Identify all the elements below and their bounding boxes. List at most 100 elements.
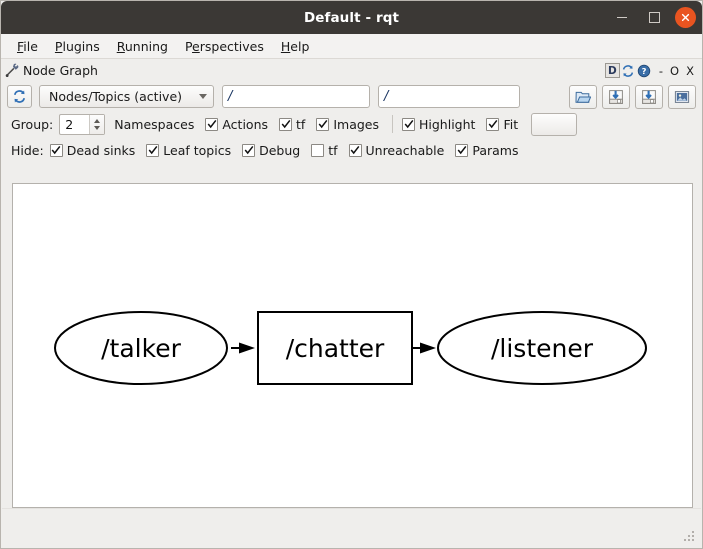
checkbox-label: Unreachable <box>365 142 445 158</box>
graph-node-label: /talker <box>101 334 181 363</box>
check-icon <box>488 119 498 129</box>
refresh-icon <box>13 90 26 103</box>
check-icon <box>318 119 328 129</box>
save-image-button[interactable] <box>668 84 696 109</box>
graph-hide-row: Hide: Dead sinks Leaf topics Debug tf Un… <box>1 137 702 163</box>
load-dot-button[interactable] <box>569 84 597 109</box>
resize-grip-icon[interactable] <box>683 530 696 543</box>
help-circle-icon[interactable]: ? <box>637 63 652 78</box>
checkbox-fit[interactable]: Fit <box>486 117 518 132</box>
graph-canvas[interactable]: /talker /chatter /listener <box>12 183 693 508</box>
group-stepper[interactable] <box>89 114 105 134</box>
check-icon <box>244 145 253 155</box>
graph-node-label: /chatter <box>286 334 385 363</box>
graph-node-talker[interactable]: /talker <box>54 311 228 385</box>
checkbox-box[interactable] <box>348 143 362 157</box>
checkbox-label: Actions <box>222 116 269 132</box>
checkbox-params[interactable]: Params <box>455 143 518 158</box>
menu-help[interactable]: Help <box>273 37 319 56</box>
toolbar-separator <box>392 115 393 133</box>
checkbox-images[interactable]: Images <box>316 117 379 132</box>
graph-options-row: Group: 2 Namespaces Actions tf Images Hi… <box>1 111 702 137</box>
dock-header: Node Graph D ? - O X <box>1 59 702 82</box>
ros-node-graph[interactable]: /talker /chatter /listener <box>13 184 692 507</box>
checkbox-debug[interactable]: Debug <box>242 143 300 158</box>
graph-edge-talker-chatter[interactable] <box>231 342 255 354</box>
checkbox-box[interactable] <box>455 143 469 157</box>
dock-minimize-button[interactable]: - <box>659 64 663 78</box>
checkbox-label: Fit <box>503 116 519 132</box>
save-dot-button[interactable] <box>602 84 630 109</box>
menu-perspectives[interactable]: Perspectives <box>177 37 273 56</box>
checkbox-label: Dead sinks <box>66 142 136 158</box>
save-dot-icon <box>609 89 623 104</box>
checkbox-label: tf <box>328 142 338 158</box>
checkbox-tf[interactable]: tf <box>279 117 305 132</box>
folder-open-icon <box>575 91 591 103</box>
checkbox-box[interactable] <box>279 117 293 131</box>
rqt-window: Default - rqt File Plugins Running Persp… <box>0 0 703 549</box>
namespace-filter-input[interactable]: / <box>222 85 370 108</box>
graph-node-listener[interactable]: /listener <box>437 311 647 385</box>
checkbox-unreachable[interactable]: Unreachable <box>348 142 445 158</box>
graph-node-chatter[interactable]: /chatter <box>257 311 413 385</box>
maximize-button[interactable] <box>643 7 665 29</box>
checkbox-box[interactable] <box>316 117 330 131</box>
checkbox-label: Leaf topics <box>163 142 232 158</box>
check-icon <box>350 145 360 155</box>
menu-file[interactable]: File <box>9 37 47 56</box>
topic-filter-input[interactable]: / <box>378 85 520 108</box>
group-label: Group: <box>11 116 54 132</box>
dock-float-button[interactable]: O <box>670 64 679 78</box>
checkbox-leaf-topics[interactable]: Leaf topics <box>146 143 231 158</box>
fit-in-view-button[interactable] <box>531 112 578 136</box>
graph-type-combo[interactable]: Nodes/Topics (active) <box>39 85 214 108</box>
check-icon <box>457 145 467 155</box>
menu-plugins[interactable]: Plugins <box>47 37 109 56</box>
checkbox-dead-sinks[interactable]: Dead sinks <box>49 142 136 158</box>
checkbox-box[interactable] <box>486 117 500 131</box>
graph-node-label: /listener <box>491 334 594 363</box>
dock-controls: D ? <box>604 63 652 78</box>
svg-text:?: ? <box>642 66 647 76</box>
save-svg-icon <box>642 89 656 104</box>
checkbox-label: Images <box>333 116 379 132</box>
menu-bar: File Plugins Running Perspectives Help <box>1 34 702 59</box>
graph-export-buttons <box>569 84 696 109</box>
graph-toolbar: Nodes/Topics (active) / / <box>1 82 702 111</box>
group-spinbox[interactable]: 2 <box>59 113 106 135</box>
check-icon <box>404 119 413 129</box>
checkbox-box[interactable] <box>146 143 160 157</box>
checkbox-actions[interactable]: Actions <box>205 117 268 132</box>
checkbox-box[interactable] <box>311 143 325 157</box>
graph-type-value: Nodes/Topics (active) <box>49 89 183 104</box>
dock-title: Node Graph <box>23 63 98 78</box>
checkbox-box[interactable] <box>402 117 415 131</box>
checkbox-label: Highlight <box>419 116 476 132</box>
minimize-button[interactable] <box>611 7 633 29</box>
menu-running[interactable]: Running <box>109 37 177 56</box>
checkbox-box[interactable] <box>242 143 256 157</box>
refresh-icon[interactable] <box>621 63 636 78</box>
save-svg-button[interactable] <box>635 84 663 109</box>
group-value: 2 <box>65 116 74 132</box>
dock-close-button[interactable]: X <box>686 64 694 78</box>
checkbox-highlight[interactable]: Highlight <box>402 117 475 132</box>
refresh-graph-button[interactable] <box>7 85 32 108</box>
maximize-icon <box>648 12 660 23</box>
checkbox-box[interactable] <box>49 143 63 157</box>
graph-edge-chatter-listener[interactable] <box>412 342 436 354</box>
checkbox-label: Debug <box>259 142 301 158</box>
checkbox-label: Params <box>472 142 519 158</box>
checkbox-hide-tf[interactable]: tf <box>311 142 338 158</box>
minimize-icon <box>617 17 627 18</box>
checkbox-label: tf <box>296 116 306 132</box>
check-icon <box>51 145 61 155</box>
chevron-up-icon[interactable] <box>94 118 101 123</box>
checkbox-box[interactable] <box>205 117 219 131</box>
close-button[interactable] <box>675 7 696 28</box>
chevron-down-icon[interactable] <box>94 125 101 130</box>
window-controls <box>611 1 696 34</box>
dock-toggle-button[interactable]: D <box>604 63 620 78</box>
namespaces-label: Namespaces <box>114 116 195 132</box>
